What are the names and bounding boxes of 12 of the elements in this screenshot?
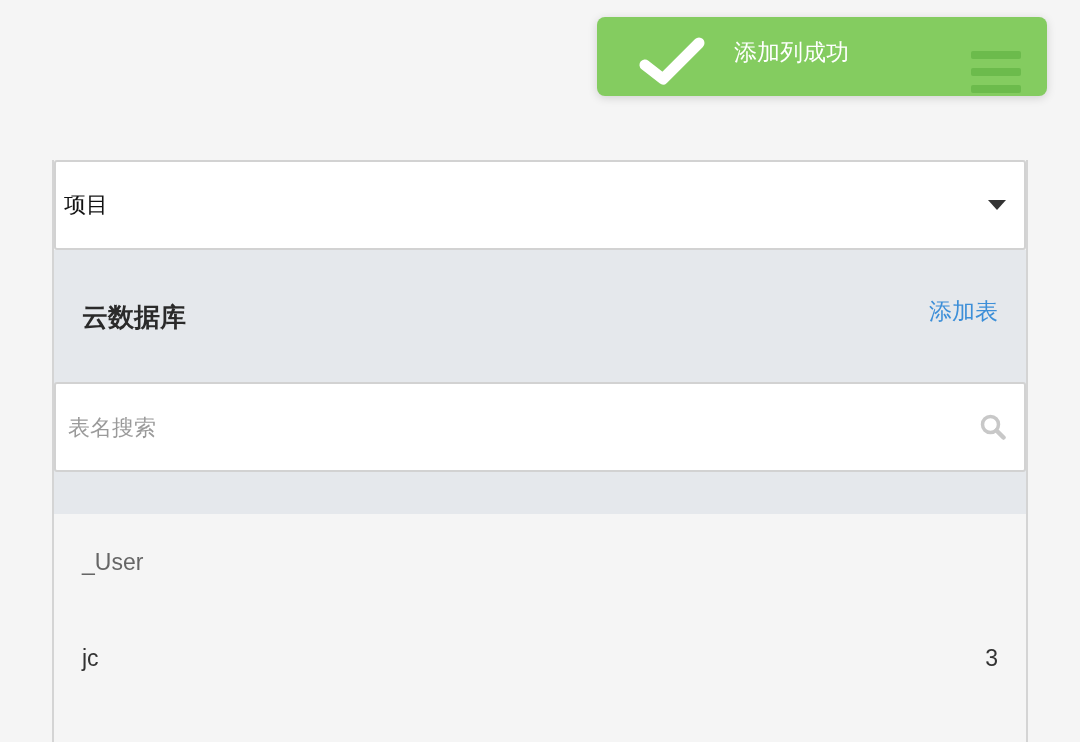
table-list-item[interactable]: jc 3 [54, 610, 1026, 706]
project-select[interactable]: 项目 [54, 160, 1026, 250]
search-icon [980, 414, 1006, 440]
table-list-item[interactable]: _User [54, 514, 1026, 610]
menu-icon[interactable] [971, 50, 1021, 93]
row-count: 3 [985, 644, 998, 672]
search-field[interactable]: 表名搜索 [54, 382, 1026, 472]
caret-icon [988, 200, 1006, 210]
table-name: _User [82, 548, 144, 576]
table-name: jc [82, 644, 99, 672]
database-title: 云数据库 [82, 300, 186, 334]
toast-message: 添加列成功 [734, 38, 850, 67]
